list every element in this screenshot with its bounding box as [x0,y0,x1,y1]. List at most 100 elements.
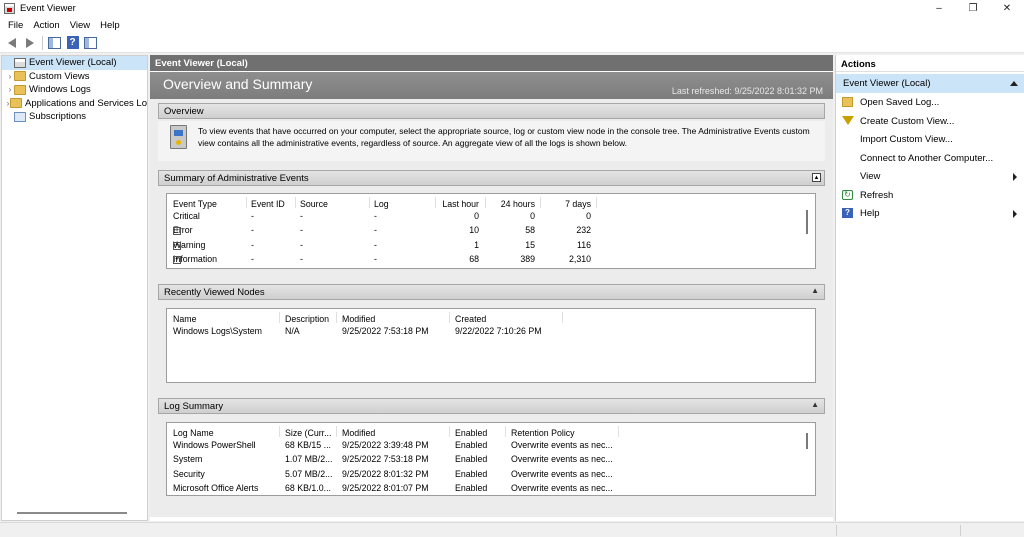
column-header-modified[interactable]: Modified [342,314,375,324]
column-header-name[interactable]: Name [173,314,196,324]
folder-icon [14,84,26,95]
overview-section-header[interactable]: Overview [158,103,825,119]
action-open-saved-log[interactable]: Open Saved Log... [836,93,1024,112]
overview-banner: Overview and Summary Last refreshed: 9/2… [150,72,833,99]
section-title: Log Summary [164,401,224,412]
table-row[interactable]: Critical - - - 0 0 0 [167,209,815,224]
column-header-event-type[interactable]: Event Type [173,199,217,209]
show-hide-action-pane-button[interactable] [82,35,99,51]
actions-group-event-viewer-local[interactable]: Event Viewer (Local) [836,74,1024,93]
menu-file[interactable]: File [4,20,27,31]
column-header-size[interactable]: Size (Curr... [285,428,331,438]
chevron-right-icon[interactable]: › [6,72,14,81]
column-header-description[interactable]: Description [285,314,329,324]
center-header: Event Viewer (Local) [150,55,833,71]
log-modified-cell: 9/25/2022 8:01:32 PM [342,468,429,479]
collapse-up-icon[interactable] [1010,81,1018,86]
center-pane: Event Viewer (Local) Overview and Summar… [150,55,833,521]
table-row[interactable]: + Information - - - 68 389 2,310 [167,252,815,267]
table-row[interactable]: Security 5.07 MB/2... 9/25/2022 8:01:32 PM… [167,467,815,482]
log-modified-cell: 9/25/2022 3:39:48 PM [342,439,429,450]
expand-plus-icon[interactable]: + [173,227,181,235]
action-connect-to-another-computer[interactable]: Connect to Another Computer... [836,149,1024,168]
action-help[interactable]: ? Help [836,204,1024,223]
forward-button[interactable] [21,35,38,51]
action-create-custom-view[interactable]: Create Custom View... [836,112,1024,131]
recent-nodes-section-header[interactable]: Recently Viewed Nodes ▲ [158,284,825,300]
folder-icon [14,71,26,82]
action-label: Connect to Another Computer... [860,152,994,164]
action-refresh[interactable]: ↻ Refresh [836,186,1024,205]
admin-events-rows: Critical - - - 0 0 0 + Error - - - 10 58 232 + Warning - -… [167,209,815,267]
tree-item-label: Subscriptions [29,111,87,123]
tree-item-windows-logs[interactable]: › Windows Logs [2,83,147,97]
column-header-event-id[interactable]: Event ID [251,199,285,209]
log-size-cell: 68 KB/1.0... [285,483,331,493]
log-summary-section-header[interactable]: Log Summary ▲ [158,398,825,414]
show-hide-console-tree-button[interactable] [46,35,63,51]
maximize-button[interactable]: ❐ [956,0,990,17]
overview-description: To view events that have occurred on you… [198,126,810,148]
horizontal-scrollbar[interactable] [17,512,127,514]
table-row[interactable]: Windows PowerShell 68 KB/15 ... 9/25/2022 … [167,438,815,453]
help-button[interactable]: ? [64,35,81,51]
last-hour-cell: 0 [474,210,479,221]
chevron-right-icon[interactable]: › [6,85,14,94]
node-name-cell: Windows Logs\System [173,325,262,336]
menu-action[interactable]: Action [29,20,63,31]
action-import-custom-view[interactable]: Import Custom View... [836,130,1024,149]
admin-events-section-header[interactable]: Summary of Administrative Events ▲ [158,170,825,186]
event-type-cell: + Warning [173,239,206,250]
column-header-7-days[interactable]: 7 days [542,199,591,209]
collapse-icon[interactable]: ▲ [812,173,821,182]
vertical-scrollbar[interactable] [806,210,808,234]
tree-item-subscriptions[interactable]: Subscriptions [2,110,147,124]
menu-view[interactable]: View [66,20,94,31]
event-type-cell: + Error [173,225,193,235]
section-title: Overview [164,106,204,117]
tree-item-applications-and-services[interactable]: › Applications and Services Lo [2,97,147,111]
column-header-log-name[interactable]: Log Name [173,428,214,438]
tree-item-event-viewer-local[interactable]: Event Viewer (Local) [2,56,147,70]
toolbar: ? [0,33,1024,53]
column-header-modified[interactable]: Modified [342,428,375,438]
section-title: Recently Viewed Nodes [164,287,265,298]
folder-icon [10,98,22,109]
console-tree-icon [48,36,61,49]
close-button[interactable]: ✕ [990,0,1024,17]
recent-nodes-table: Name Description Modified Created Window… [166,308,816,383]
table-row[interactable]: + Error - - - 10 58 232 [167,223,815,238]
table-row[interactable]: Windows Logs\System N/A 9/25/2022 7:53:18 … [167,324,815,339]
log-summary-rows: Windows PowerShell 68 KB/15 ... 9/25/2022 … [167,438,815,496]
column-header-last-hour[interactable]: Last hour [437,199,479,209]
expand-plus-icon[interactable]: + [173,241,181,250]
table-row[interactable]: System 1.07 MB/2... 9/25/2022 7:53:18 PM En… [167,452,815,467]
log-cell: - [374,239,377,250]
minimize-button[interactable]: – [922,0,956,17]
back-button[interactable] [3,35,20,51]
log-summary-table: Log Name Size (Curr... Modified Enabled … [166,422,816,496]
log-enabled-cell: Enabled [455,468,488,479]
menu-help[interactable]: Help [96,20,124,31]
action-label: Refresh [860,189,894,201]
column-header-source[interactable]: Source [300,199,328,209]
vertical-scrollbar[interactable] [806,433,808,449]
column-header-log[interactable]: Log [374,199,389,209]
collapse-icon[interactable]: ▲ [811,286,819,295]
subscriptions-icon [14,111,26,122]
tree-item-label: Event Viewer (Local) [29,57,117,69]
column-header-enabled[interactable]: Enabled [455,428,487,438]
collapse-icon[interactable]: ▲ [811,400,819,409]
column-header-24-hours[interactable]: 24 hours [487,199,535,209]
column-header-retention-policy[interactable]: Retention Policy [511,428,575,438]
action-view[interactable]: View [836,167,1024,186]
column-header-created[interactable]: Created [455,314,486,324]
log-cell: - [374,225,377,235]
table-row[interactable]: Microsoft Office Alerts 68 KB/1.0... 9/25/… [167,481,815,495]
expand-plus-icon[interactable]: + [173,256,181,264]
table-row[interactable]: + Warning - - - 1 15 116 [167,238,815,253]
last-24-hours-cell: 15 [525,239,535,250]
tree-item-custom-views[interactable]: › Custom Views [2,70,147,84]
tree-item-label: Applications and Services Lo [25,97,147,109]
source-cell: - [300,210,303,221]
